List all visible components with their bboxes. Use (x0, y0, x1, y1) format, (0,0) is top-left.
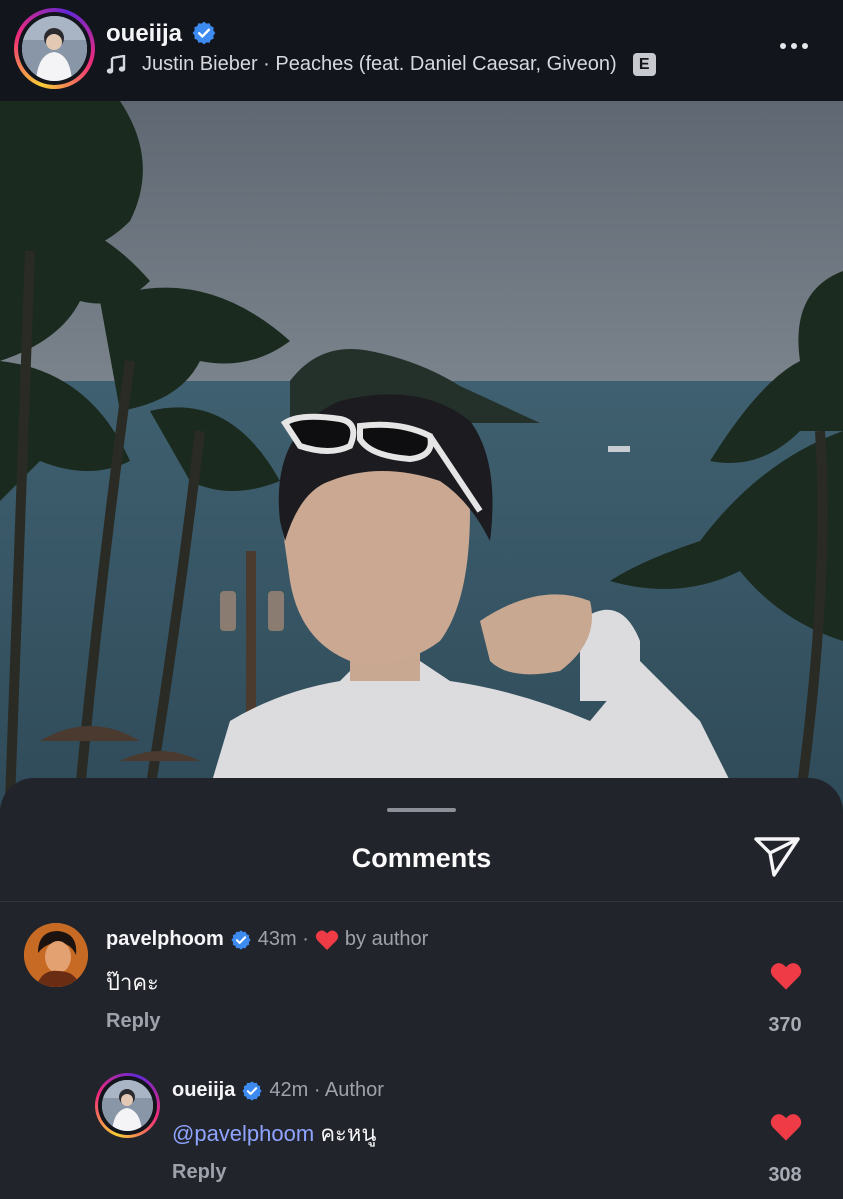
comment-header: pavelphoom 43m · by author (106, 928, 428, 951)
like-count: 370 (768, 1014, 802, 1036)
post-header: oueiija Justin Bieber · Peaches (feat. D… (0, 0, 843, 101)
comment-header: oueiija 42m · Author (172, 1079, 384, 1102)
heart-icon[interactable] (769, 961, 803, 991)
comment-username[interactable]: pavelphoom (106, 928, 224, 951)
verified-icon (231, 929, 251, 950)
music-info[interactable]: Justin Bieber · Peaches (feat. Daniel Ca… (106, 53, 656, 76)
header-avatar[interactable] (14, 8, 95, 89)
comment-text: ป๊าคะ (106, 970, 159, 995)
comment-time: 43m · (257, 928, 309, 950)
liked-by-author: by author (344, 928, 429, 950)
post-photo[interactable] (0, 101, 843, 821)
header-username[interactable]: oueiija (106, 20, 217, 48)
comment-time: 42m · Author (269, 1079, 384, 1101)
reply-button[interactable]: Reply (106, 1010, 160, 1033)
comment-avatar[interactable] (24, 923, 88, 987)
comment-username[interactable]: oueiija (172, 1079, 235, 1102)
verified-icon (242, 1080, 262, 1101)
heart-icon (315, 930, 339, 950)
send-icon[interactable] (752, 833, 802, 879)
music-label: Justin Bieber · Peaches (feat. Daniel Ca… (142, 53, 617, 75)
like-count: 308 (768, 1164, 802, 1186)
heart-icon[interactable] (769, 1112, 803, 1142)
more-icon[interactable] (780, 36, 816, 56)
music-note-icon (106, 54, 126, 74)
sheet-divider (0, 901, 843, 902)
mention-link[interactable]: @pavelphoom (172, 1121, 314, 1146)
comment-avatar[interactable] (95, 1073, 160, 1138)
verified-icon (192, 21, 216, 45)
comments-title: Comments (351, 843, 492, 873)
comment-body: คะหนู (320, 1121, 377, 1146)
sheet-grabber[interactable] (387, 808, 456, 812)
comment-text: @pavelphoom คะหนู (172, 1116, 376, 1151)
explicit-badge: E (632, 53, 656, 76)
reply-button[interactable]: Reply (172, 1161, 226, 1184)
post-image (0, 101, 843, 821)
